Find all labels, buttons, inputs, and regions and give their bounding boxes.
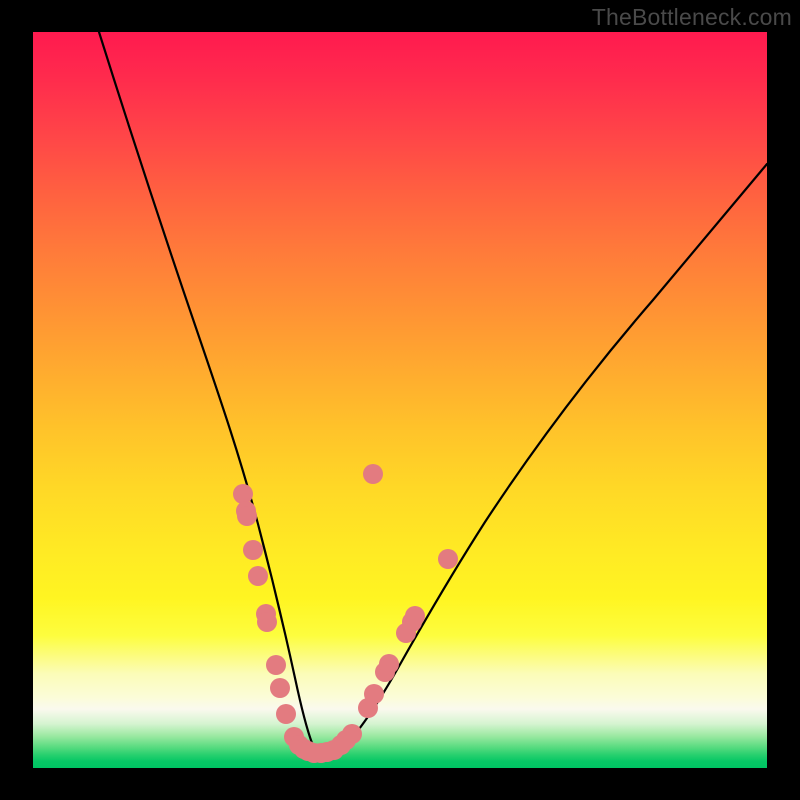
marker — [270, 678, 290, 698]
marker — [342, 724, 362, 744]
marker-group — [233, 464, 458, 763]
chart-plot-area — [33, 32, 767, 768]
bottleneck-curve — [99, 32, 767, 753]
marker — [257, 612, 277, 632]
watermark-text: TheBottleneck.com — [592, 4, 792, 31]
marker — [233, 484, 253, 504]
marker — [237, 506, 257, 526]
chart-frame: TheBottleneck.com — [0, 0, 800, 800]
curve-svg — [33, 32, 767, 768]
marker — [276, 704, 296, 724]
marker — [266, 655, 286, 675]
marker — [379, 654, 399, 674]
marker — [364, 684, 384, 704]
marker — [405, 606, 425, 626]
marker — [363, 464, 383, 484]
marker — [438, 549, 458, 569]
marker — [243, 540, 263, 560]
marker — [248, 566, 268, 586]
